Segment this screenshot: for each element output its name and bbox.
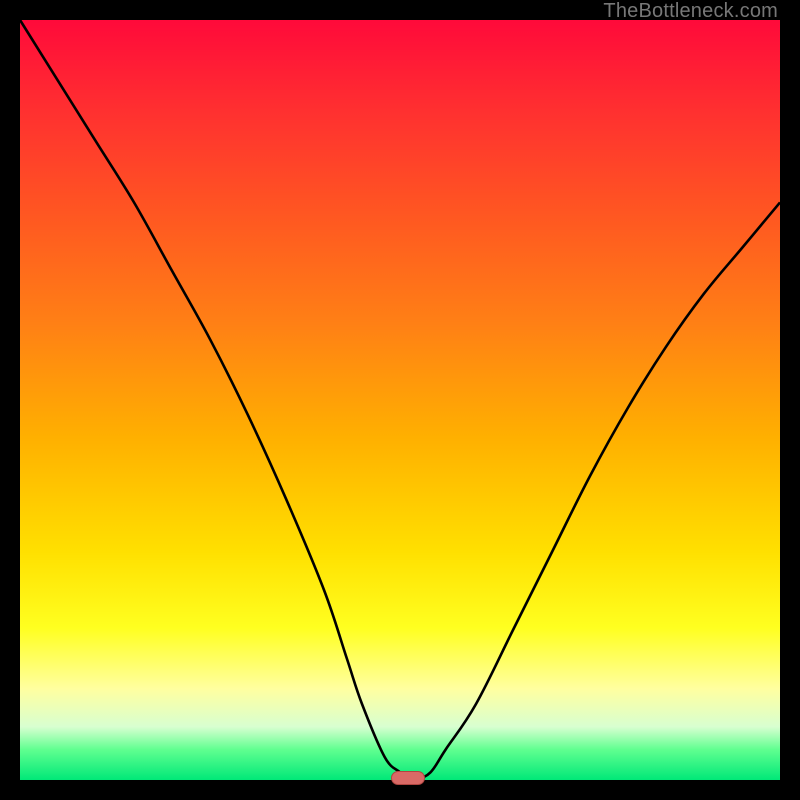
optimal-point-marker — [391, 771, 425, 785]
chart-plot-area — [20, 20, 780, 780]
bottleneck-curve — [20, 20, 780, 780]
